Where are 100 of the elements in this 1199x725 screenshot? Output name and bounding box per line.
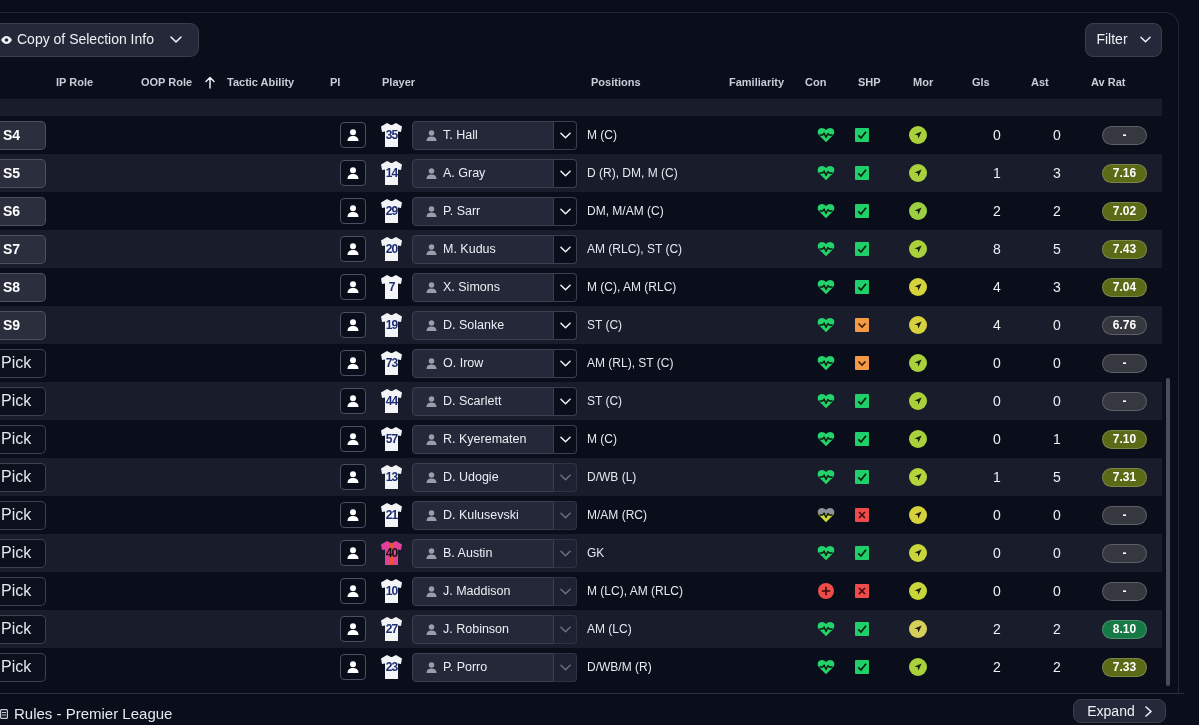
slot-button[interactable]: Pick bbox=[0, 348, 46, 378]
player-instructions-button[interactable] bbox=[340, 616, 366, 642]
expand-button[interactable]: Expand bbox=[1073, 699, 1166, 723]
slot-button[interactable]: S9 bbox=[0, 310, 46, 340]
goals-cell-text: 2 bbox=[993, 201, 1001, 221]
chevron-down-icon bbox=[559, 359, 571, 367]
check-square-icon bbox=[855, 166, 869, 180]
player-select[interactable]: O. Irow bbox=[412, 348, 554, 378]
column-header[interactable]: Ast bbox=[1031, 74, 1049, 91]
player-instructions-button[interactable] bbox=[340, 464, 366, 490]
player-select[interactable]: P. Porro bbox=[412, 652, 554, 682]
player-select[interactable]: D. Scarlett bbox=[412, 386, 554, 416]
chevron-down-icon bbox=[559, 549, 571, 557]
player-instructions-button[interactable] bbox=[340, 198, 366, 224]
dropdown-button[interactable] bbox=[554, 158, 577, 188]
slot-button[interactable]: S6 bbox=[0, 196, 46, 226]
player-instructions-button[interactable] bbox=[340, 388, 366, 414]
player-select[interactable]: X. Simons bbox=[412, 272, 554, 302]
player-instructions-button[interactable] bbox=[340, 578, 366, 604]
player-instructions-button[interactable] bbox=[340, 350, 366, 376]
scrollbar-thumb[interactable] bbox=[1166, 378, 1170, 686]
column-header[interactable]: Player bbox=[382, 74, 416, 91]
heart-pulse-icon bbox=[817, 469, 835, 485]
slot-button[interactable]: Pick bbox=[0, 500, 46, 530]
assists-cell-text: 0 bbox=[1053, 543, 1061, 563]
shirt-number: 13 bbox=[385, 470, 398, 484]
player-select[interactable]: D. Solanke bbox=[412, 310, 554, 340]
column-header[interactable]: Tactic Ability bbox=[227, 74, 295, 91]
slot-button[interactable]: Pick bbox=[0, 614, 46, 644]
player-select[interactable]: T. Hall bbox=[412, 120, 554, 150]
shirt-icon bbox=[380, 274, 403, 300]
slot-button[interactable]: Pick bbox=[0, 462, 46, 492]
person-icon bbox=[426, 547, 437, 559]
column-header[interactable]: Mor bbox=[913, 74, 934, 91]
shirt-icon bbox=[380, 236, 403, 262]
player-instructions-button[interactable] bbox=[340, 122, 366, 148]
person-icon bbox=[347, 471, 359, 483]
heart-pulse-icon bbox=[817, 507, 835, 523]
chevron-down-icon bbox=[559, 169, 571, 177]
assists-cell-text: 5 bbox=[1053, 467, 1061, 487]
player-select[interactable]: P. Sarr bbox=[412, 196, 554, 226]
slot-button[interactable]: Pick bbox=[0, 424, 46, 454]
slot-button[interactable]: S5 bbox=[0, 158, 46, 188]
player-select[interactable]: D. Udogie bbox=[412, 462, 554, 492]
slot-button[interactable]: Pick bbox=[0, 386, 46, 416]
player-instructions-button[interactable] bbox=[340, 274, 366, 300]
shirt-number: 57 bbox=[385, 432, 398, 446]
person-icon bbox=[426, 433, 437, 445]
slot-button[interactable]: Pick bbox=[0, 538, 46, 568]
player-select[interactable]: A. Gray bbox=[412, 158, 554, 188]
assists-cell-text: 5 bbox=[1053, 239, 1061, 259]
player-select[interactable]: R. Kyerematen bbox=[412, 424, 554, 454]
column-header[interactable]: OOP Role bbox=[141, 74, 193, 91]
dropdown-button[interactable] bbox=[554, 272, 577, 302]
column-header[interactable]: Positions bbox=[591, 74, 641, 91]
dropdown-button[interactable] bbox=[554, 386, 577, 416]
dropdown-button[interactable] bbox=[554, 234, 577, 264]
player-select[interactable]: J. Robinson bbox=[412, 614, 554, 644]
player-instructions-button[interactable] bbox=[340, 312, 366, 338]
column-header[interactable]: Gls bbox=[972, 74, 990, 91]
shirt-icon bbox=[380, 578, 403, 604]
column-header[interactable]: Con bbox=[805, 74, 827, 91]
column-header[interactable]: PI bbox=[330, 74, 341, 91]
slot-button[interactable]: Pick bbox=[0, 576, 46, 606]
person-icon bbox=[426, 167, 437, 179]
heart-pulse-icon bbox=[817, 659, 835, 675]
player-instructions-button[interactable] bbox=[340, 160, 366, 186]
player-instructions-button[interactable] bbox=[340, 502, 366, 528]
person-icon bbox=[347, 395, 359, 407]
column-header[interactable]: IP Role bbox=[56, 74, 94, 91]
column-header[interactable]: Familiarity bbox=[729, 74, 785, 91]
player-instructions-button[interactable] bbox=[340, 654, 366, 680]
slot-button[interactable]: S7 bbox=[0, 234, 46, 264]
positions-cell-text: D/WB (L) bbox=[587, 469, 637, 486]
filter-button[interactable]: Filter bbox=[1085, 22, 1162, 57]
player-instructions-button[interactable] bbox=[340, 540, 366, 566]
player-instructions-button[interactable] bbox=[340, 426, 366, 452]
player-instructions-button[interactable] bbox=[340, 236, 366, 262]
chevron-down-icon bbox=[559, 321, 571, 329]
slot-button[interactable]: S8 bbox=[0, 272, 46, 302]
heart-pulse-icon bbox=[817, 279, 835, 295]
goals-cell-text: 0 bbox=[993, 505, 1001, 525]
positions-cell-text: D (R), DM, M (C) bbox=[587, 165, 678, 182]
player-select[interactable]: M. Kudus bbox=[412, 234, 554, 264]
dropdown-button[interactable] bbox=[554, 348, 577, 378]
dropdown-button[interactable] bbox=[554, 196, 577, 226]
player-select[interactable]: B. Austin bbox=[412, 538, 554, 568]
column-header[interactable]: Av Rat bbox=[1091, 74, 1126, 91]
view-dropdown[interactable]: Copy of Selection Info bbox=[0, 22, 199, 57]
player-select[interactable]: J. Maddison bbox=[412, 576, 554, 606]
column-header[interactable]: SHP bbox=[858, 74, 881, 91]
positions-cell-text: ST (C) bbox=[587, 393, 623, 410]
slot-button[interactable]: S4 bbox=[0, 120, 46, 150]
check-square-icon bbox=[855, 204, 869, 218]
dropdown-button[interactable] bbox=[554, 424, 577, 454]
slot-button[interactable]: Pick bbox=[0, 652, 46, 682]
player-select[interactable]: D. Kulusevski bbox=[412, 500, 554, 530]
check-square-icon bbox=[855, 660, 869, 674]
dropdown-button[interactable] bbox=[554, 120, 577, 150]
dropdown-button[interactable] bbox=[554, 310, 577, 340]
